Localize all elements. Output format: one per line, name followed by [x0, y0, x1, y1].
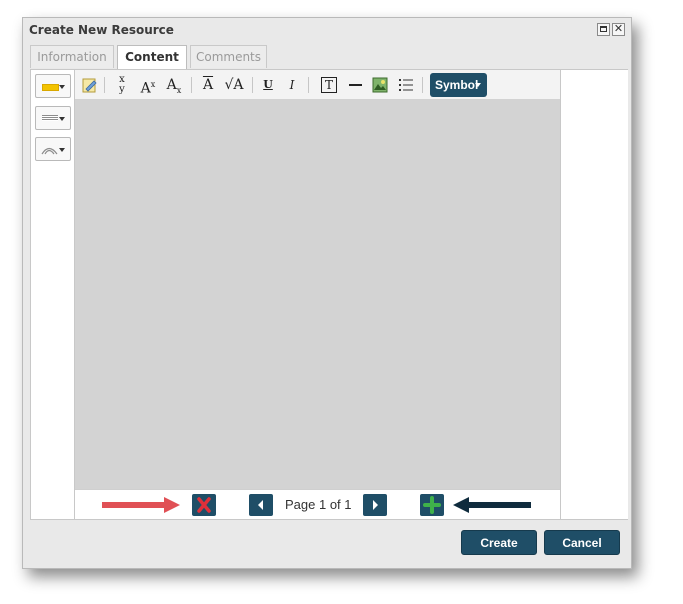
- next-page-button[interactable]: [363, 494, 387, 516]
- previous-page-button[interactable]: [249, 494, 273, 516]
- horizontal-line-icon[interactable]: [347, 75, 363, 95]
- line-style-icon: [42, 115, 58, 121]
- content-panel: xy Ax Ax A √A U I T Symbol Page 1 of 1: [30, 69, 628, 520]
- toolbar-separator: [252, 77, 253, 93]
- fraction-icon[interactable]: xy: [115, 75, 129, 95]
- right-panel: [562, 70, 628, 519]
- drawing-canvas[interactable]: [75, 100, 560, 489]
- text-box-icon[interactable]: T: [320, 75, 338, 95]
- editor: xy Ax Ax A √A U I T Symbol Page 1 of 1: [74, 70, 561, 519]
- tab-comments[interactable]: Comments: [190, 45, 267, 68]
- underline-icon[interactable]: U: [260, 75, 276, 95]
- page-indicator: Page 1 of 1: [285, 497, 352, 512]
- highlight-color-icon: [42, 84, 59, 91]
- chevron-down-icon: [59, 117, 65, 121]
- maximize-icon[interactable]: [597, 23, 610, 36]
- dialog-titlebar: Create New Resource ✕: [23, 18, 631, 42]
- line-style-button[interactable]: [35, 106, 71, 130]
- create-button[interactable]: Create: [461, 530, 537, 555]
- cancel-button[interactable]: Cancel: [544, 530, 620, 555]
- overline-icon[interactable]: A: [199, 75, 217, 95]
- highlight-color-button[interactable]: [35, 74, 71, 98]
- subscript-icon[interactable]: Ax: [163, 75, 185, 95]
- chevron-down-icon: [59, 85, 65, 89]
- curve-style-button[interactable]: [35, 137, 71, 161]
- toolbar-separator: [422, 77, 423, 93]
- create-resource-dialog: Create New Resource ✕ Information Conten…: [22, 17, 632, 569]
- dialog-title: Create New Resource: [29, 23, 174, 37]
- insert-image-icon[interactable]: [371, 75, 389, 95]
- delete-icon: [197, 497, 211, 513]
- arrow-left-icon: [453, 497, 531, 513]
- tab-information[interactable]: Information: [30, 45, 114, 68]
- superscript-icon[interactable]: Ax: [137, 75, 159, 97]
- list-icon[interactable]: [397, 75, 415, 95]
- toolbar-separator: [191, 77, 192, 93]
- format-toolbar: xy Ax Ax A √A U I T Symbol: [75, 70, 560, 100]
- chevron-left-icon: [258, 500, 263, 510]
- root-icon[interactable]: √A: [222, 75, 246, 95]
- page-navigator: Page 1 of 1: [75, 489, 560, 519]
- chevron-right-icon: [373, 500, 378, 510]
- symbol-label: Symbol: [435, 78, 479, 92]
- chevron-down-icon: [475, 83, 481, 87]
- italic-icon[interactable]: I: [284, 75, 300, 95]
- toolbar-separator: [104, 77, 105, 93]
- delete-page-button[interactable]: [192, 494, 216, 516]
- symbol-dropdown-button[interactable]: Symbol: [430, 73, 487, 97]
- arrow-right-icon: [102, 497, 180, 513]
- close-icon[interactable]: ✕: [612, 23, 625, 36]
- plus-icon: [423, 496, 441, 514]
- curve-style-icon: [41, 147, 58, 155]
- tab-content[interactable]: Content: [117, 45, 187, 70]
- edit-note-icon[interactable]: [81, 75, 99, 95]
- add-page-button[interactable]: [420, 494, 444, 516]
- chevron-down-icon: [59, 148, 65, 152]
- toolbar-separator: [308, 77, 309, 93]
